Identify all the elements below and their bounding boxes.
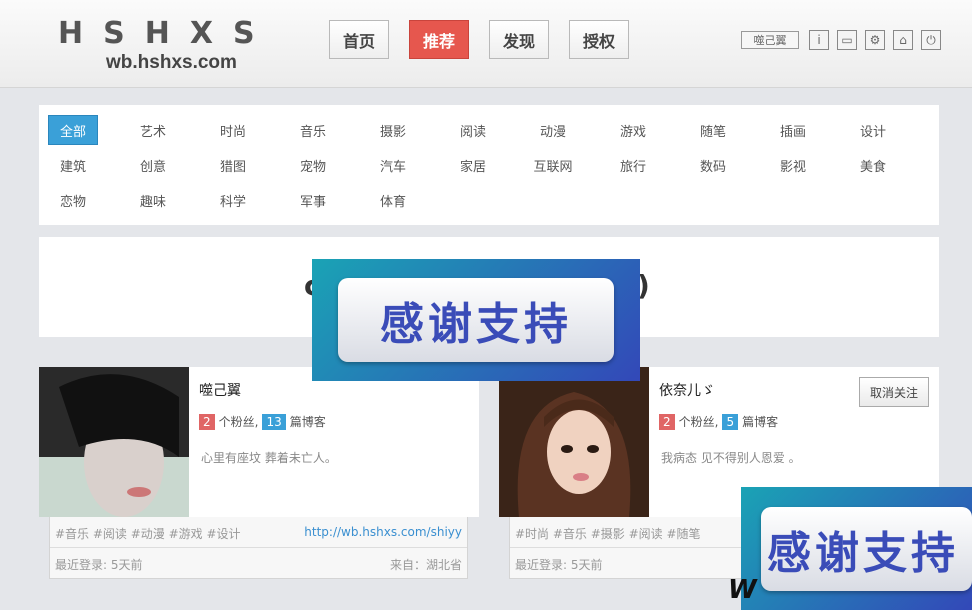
category-item[interactable]: 时尚 [208, 115, 258, 145]
nav-discover-button[interactable]: 发现 [489, 20, 549, 59]
category-item[interactable]: 猎图 [208, 150, 258, 180]
category-panel: 全部 艺术 时尚 音乐 摄影 阅读 动漫 游戏 随笔 插画 设计建筑 创意 猎图 宠物 汽车 家居 互联网 旅行数… [39, 105, 939, 225]
user-tags[interactable]: #时尚 #音乐 #摄影 #阅读 #随笔 [515, 525, 701, 542]
category-item[interactable]: 汽车 [368, 150, 418, 180]
category-item[interactable]: 趣味 [128, 185, 178, 215]
site-logo[interactable]: HSHXS [58, 16, 275, 51]
blogs-label: 篇博客 [742, 415, 779, 429]
site-url: wb.hshxs.com [106, 52, 237, 73]
promo-overlay[interactable]: 感谢支持 [312, 259, 640, 381]
category-item[interactable]: 建筑 [48, 150, 98, 180]
nav-recommend-button[interactable]: 推荐 [409, 20, 469, 59]
last-login: 最近登录: 5天前 [515, 558, 603, 572]
avatar[interactable] [499, 367, 649, 517]
fans-count: 2 [659, 413, 675, 430]
divider [50, 547, 467, 548]
info-icon[interactable]: i [809, 30, 829, 50]
blogs-count: 13 [262, 413, 286, 430]
user-card-footer: #音乐 #阅读 #动漫 #游戏 #设计 http://wb.hshxs.com/… [49, 517, 468, 579]
site-header: HSHXS wb.hshxs.com 首页 推荐 发现 授权 噬己翼 i ▭ ⚙… [0, 0, 972, 88]
promo-text: 感谢支持 [338, 278, 614, 362]
category-item[interactable]: 艺术 [128, 115, 178, 145]
watermark: W [728, 575, 757, 605]
fans-count: 2 [199, 413, 215, 430]
category-item[interactable]: 科学 [208, 185, 258, 215]
category-item[interactable]: 全部 [48, 115, 98, 145]
category-item[interactable]: 随笔 [688, 115, 738, 145]
category-item[interactable]: 设计 [848, 115, 898, 145]
blog-link[interactable]: http://wb.hshxs.com/shiyy [304, 525, 462, 539]
home-icon[interactable]: ⌂ [893, 30, 913, 50]
category-item[interactable]: 宠物 [288, 150, 338, 180]
promo-text: 感谢支持 [761, 506, 972, 591]
user-name[interactable]: 噬己翼 [199, 380, 241, 400]
category-item[interactable]: 创意 [128, 150, 178, 180]
category-item[interactable]: 动漫 [528, 115, 578, 145]
fans-label: 个粉丝, [678, 415, 719, 429]
category-item[interactable]: 摄影 [368, 115, 418, 145]
category-item[interactable]: 体育 [368, 185, 418, 215]
nav-authorize-button[interactable]: 授权 [569, 20, 629, 59]
user-card: 噬己翼 2 个粉丝, 13 篇博客 心里有座坟 葬着未亡人。 [39, 367, 479, 517]
promo-overlay-corner[interactable]: 感谢支持 [741, 487, 972, 610]
category-item[interactable]: 影视 [768, 150, 818, 180]
user-name[interactable]: 依奈儿ゞ [659, 380, 715, 400]
category-item[interactable]: 阅读 [448, 115, 498, 145]
blogs-label: 篇博客 [289, 415, 326, 429]
category-item[interactable]: 数码 [688, 150, 738, 180]
category-item[interactable]: 恋物 [48, 185, 98, 215]
category-item[interactable]: 音乐 [288, 115, 338, 145]
blogs-count: 5 [722, 413, 739, 430]
power-icon[interactable]: ⏻ [921, 30, 941, 50]
fans-label: 个粉丝, [218, 415, 259, 429]
category-item[interactable]: 旅行 [608, 150, 658, 180]
category-item[interactable]: 游戏 [608, 115, 658, 145]
category-item[interactable]: 插画 [768, 115, 818, 145]
category-item[interactable]: 互联网 [528, 150, 578, 180]
user-tags[interactable]: #音乐 #阅读 #动漫 #游戏 #设计 [55, 525, 241, 542]
avatar[interactable] [39, 367, 189, 517]
message-icon[interactable]: ▭ [837, 30, 857, 50]
user-bio: 我病态 见不得别人恩爱 。 [661, 451, 801, 465]
user-bio: 心里有座坟 葬着未亡人。 [201, 451, 337, 465]
user-name-button[interactable]: 噬己翼 [741, 31, 799, 49]
last-login: 最近登录: 5天前 [55, 558, 143, 572]
gear-icon[interactable]: ⚙ [865, 30, 885, 50]
user-origin: 来自：湖北省 [389, 558, 462, 572]
user-stats: 2 个粉丝, 13 篇博客 [199, 413, 326, 430]
category-item[interactable]: 美食 [848, 150, 898, 180]
unfollow-button[interactable]: 取消关注 [859, 377, 929, 407]
category-item[interactable]: 军事 [288, 185, 338, 215]
user-stats: 2 个粉丝, 5 篇博客 [659, 413, 778, 430]
nav-home-button[interactable]: 首页 [329, 20, 389, 59]
category-item[interactable]: 家居 [448, 150, 498, 180]
